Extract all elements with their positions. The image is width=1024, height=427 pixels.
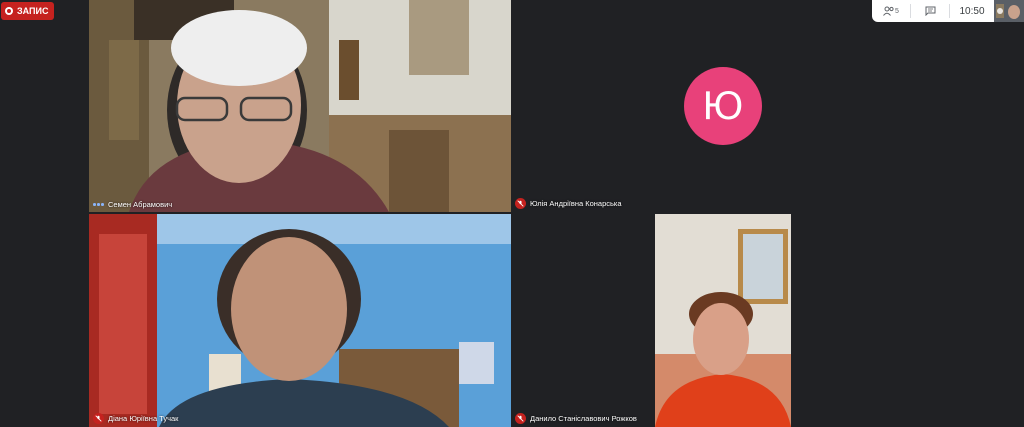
participant-video-1 xyxy=(89,0,511,212)
self-view-video xyxy=(994,0,1024,22)
participant-name-4: Данило Станіславович Рожков xyxy=(515,413,637,424)
top-right-bar: 5 10:50 xyxy=(872,0,1024,22)
chat-button[interactable] xyxy=(911,0,949,22)
mic-off-icon xyxy=(515,413,526,424)
people-icon xyxy=(883,6,894,16)
mic-off-icon xyxy=(515,198,526,209)
participant-tile-3[interactable]: Діана Юріївна Тучак xyxy=(89,214,511,427)
participant-name-2: Юлія Андріївна Конарська xyxy=(515,198,622,209)
participant-name-3: Діана Юріївна Тучак xyxy=(93,413,178,424)
participant-name-1: Семен Абрамович xyxy=(93,200,172,209)
participant-video-4 xyxy=(655,214,791,427)
people-count: 5 xyxy=(895,7,899,15)
participant-tile-1[interactable]: Семен Абрамович xyxy=(89,0,511,212)
clock: 10:50 xyxy=(959,5,985,17)
participant-avatar: Ю xyxy=(684,67,762,145)
record-icon xyxy=(5,7,13,15)
self-view-thumbnail[interactable] xyxy=(994,0,1024,22)
mic-off-icon xyxy=(93,413,104,424)
participant-video-3 xyxy=(89,214,511,427)
chat-icon xyxy=(925,6,935,16)
recording-label: ЗАПИС xyxy=(17,6,49,16)
participant-tile-4[interactable]: Данило Станіславович Рожков xyxy=(511,214,933,427)
recording-badge: ЗАПИС xyxy=(1,2,55,20)
people-button[interactable]: 5 xyxy=(872,0,910,22)
speaking-indicator-icon xyxy=(93,203,104,206)
